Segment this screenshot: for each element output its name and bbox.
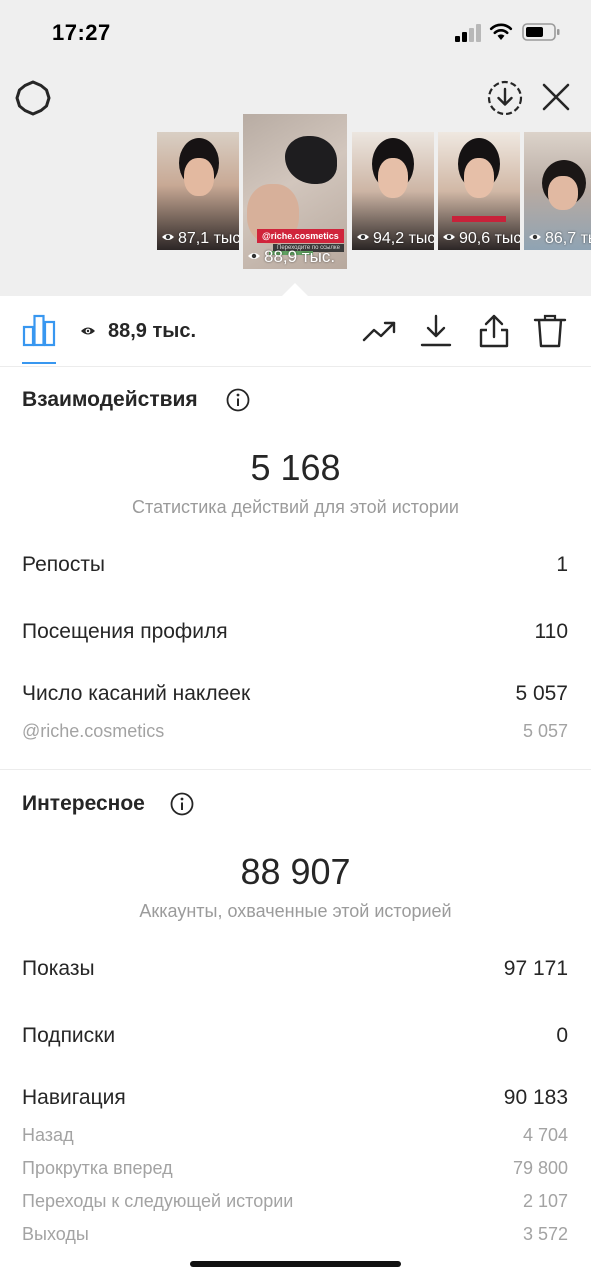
stat-label: Репосты: [22, 553, 106, 576]
interactions-total: 5 168: [250, 447, 341, 488]
story-thumbnail-selected[interactable]: @riche.cosmetics Переходите по ссылке 88…: [243, 114, 347, 269]
story-thumbnail[interactable]: 86,7 тыс.: [524, 132, 591, 250]
cellular-signal-icon: [455, 24, 481, 42]
stat-row-impressions: Показы 97 171: [22, 957, 568, 981]
interactions-title: Взаимодействия: [22, 388, 198, 411]
stat-value: 0: [556, 1024, 568, 1047]
trending-icon[interactable]: [362, 313, 398, 349]
stat-subrow-exits: Выходы 3 572: [22, 1224, 568, 1245]
discovery-caption: Аккаунты, охваченные этой историей: [139, 901, 452, 921]
stat-value: 5 057: [515, 682, 568, 705]
close-icon[interactable]: [540, 81, 572, 113]
discovery-title: Интересное: [22, 792, 145, 815]
story-views: 86,7 тыс.: [528, 230, 591, 248]
stat-sublabel: Прокрутка вперед: [22, 1158, 173, 1178]
stat-value: 1: [556, 553, 568, 576]
stat-subvalue: 79 800: [512, 1158, 568, 1178]
eye-icon: [81, 327, 95, 335]
eye-icon: [529, 234, 541, 240]
story-thumbnail[interactable]: 90,6 тыс.: [438, 132, 520, 250]
story-thumbnail[interactable]: 94,2 тыс.: [352, 132, 434, 250]
discovery-total: 88 907: [240, 851, 351, 892]
stat-row-follows: Подписки 0: [22, 1024, 568, 1048]
views-count: 88,9 тыс.: [108, 320, 197, 342]
stat-sublabel: Назад: [22, 1125, 74, 1145]
story-thumbnail[interactable]: 87,1 тыс.: [157, 132, 239, 250]
story-preview-area: 17:27 87,1 тыс. @riche.cosmetics Переход…: [0, 0, 591, 296]
eye-icon: [248, 253, 260, 259]
eye-icon: [443, 234, 455, 240]
bar-chart-icon[interactable]: [22, 313, 56, 347]
stat-subvalue: 2 107: [522, 1191, 568, 1211]
stat-subrow-back: Назад 4 704: [22, 1125, 568, 1146]
home-indicator[interactable]: [190, 1261, 401, 1267]
tab-indicator: [22, 362, 56, 364]
wifi-icon: [489, 23, 513, 40]
battery-icon: [522, 23, 560, 41]
stat-label: Посещения профиля: [22, 620, 228, 643]
eye-icon: [357, 234, 369, 240]
info-icon[interactable]: [226, 388, 250, 412]
story-views: 87,1 тыс.: [161, 230, 239, 248]
stat-subrow-next-story: Переходы к следующей истории 2 107: [22, 1191, 568, 1212]
stat-subrow-forward: Прокрутка вперед 79 800: [22, 1158, 568, 1179]
trash-icon[interactable]: [532, 313, 568, 349]
eye-icon: [162, 234, 174, 240]
download-icon[interactable]: [418, 313, 454, 349]
stat-value: 97 171: [503, 957, 568, 980]
share-icon[interactable]: [476, 313, 512, 349]
status-time: 17:27: [52, 20, 111, 45]
stat-value: 90 183: [503, 1086, 568, 1109]
stat-subvalue: 4 704: [522, 1125, 568, 1145]
settings-icon[interactable]: [14, 79, 52, 117]
stat-sublabel: @riche.cosmetics: [22, 721, 165, 741]
stat-sublabel: Выходы: [22, 1224, 89, 1244]
stat-subvalue: 3 572: [522, 1224, 568, 1244]
stat-label: Подписки: [22, 1024, 116, 1047]
stat-value: 110: [534, 620, 568, 643]
stat-label: Число касаний наклеек: [22, 682, 251, 705]
story-views: 94,2 тыс.: [356, 230, 434, 248]
stat-row-profile-visits: Посещения профиля 110: [22, 620, 568, 644]
stat-row-navigation: Навигация 90 183: [22, 1086, 568, 1110]
info-icon[interactable]: [170, 792, 194, 816]
stat-row-sticker-taps: Число касаний наклеек 5 057: [22, 682, 568, 706]
stat-subrow-sticker: @riche.cosmetics 5 057: [22, 721, 568, 742]
interactions-caption: Статистика действий для этой истории: [132, 497, 459, 517]
stat-row-reposts: Репосты 1: [22, 553, 568, 577]
stat-subvalue: 5 057: [522, 721, 568, 741]
story-views: 88,9 тыс.: [247, 247, 335, 267]
stat-label: Навигация: [22, 1086, 126, 1109]
selection-pointer: [282, 283, 308, 296]
section-divider: [0, 769, 591, 770]
stat-label: Показы: [22, 957, 95, 980]
sticker-tag: @riche.cosmetics: [257, 229, 344, 243]
download-circle-icon[interactable]: [486, 79, 524, 117]
stat-sublabel: Переходы к следующей истории: [22, 1191, 294, 1211]
story-views: 90,6 тыс.: [442, 230, 520, 248]
insights-toolbar: 88,9 тыс.: [0, 296, 591, 367]
